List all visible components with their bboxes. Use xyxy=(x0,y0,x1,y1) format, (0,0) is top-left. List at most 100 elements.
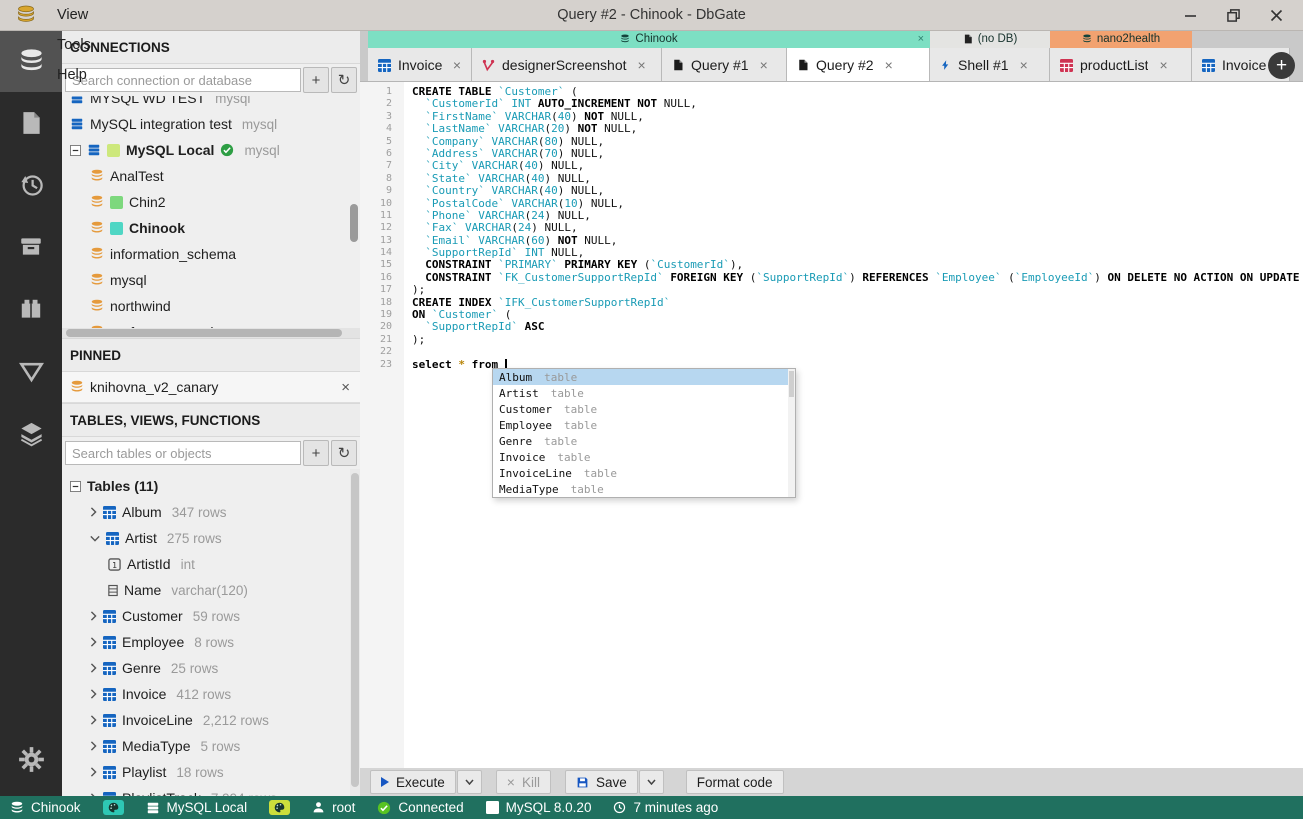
tab-designerscreenshot[interactable]: designerScreenshot × xyxy=(472,48,662,81)
tab-group--no-db-[interactable]: (no DB) xyxy=(930,30,1050,48)
refresh-tables-button[interactable]: ↻ xyxy=(331,440,357,466)
tables-group-row[interactable]: Tables (11) xyxy=(62,473,360,499)
close-tab-icon[interactable]: × xyxy=(1159,57,1167,73)
activity-file-icon[interactable] xyxy=(0,92,62,154)
column-item-artistid[interactable]: 1 ArtistId int xyxy=(62,551,360,577)
new-tab-button[interactable]: + xyxy=(1268,52,1295,79)
activity-history-icon[interactable] xyxy=(0,154,62,216)
collapse-icon[interactable] xyxy=(70,144,81,156)
tab-group-chinook[interactable]: Chinook × xyxy=(368,30,930,48)
close-tab-icon[interactable]: × xyxy=(453,57,461,73)
save-dropdown-button[interactable] xyxy=(638,770,664,794)
autocomplete-item-album[interactable]: Album table xyxy=(493,369,795,385)
sql-editor[interactable]: 1 2 3 4 5 6 7 8 9 10 11 12 13 14 15 16 17 18 19 20 21 22 23 CR… xyxy=(360,82,1303,768)
connection-item-mysql-wd-test[interactable]: MYSQL WD TEST mysql xyxy=(62,96,360,111)
connection-item-northwind[interactable]: northwind xyxy=(62,293,360,319)
code-area[interactable]: CREATE TABLE `Customer` ( `CustomerId` I… xyxy=(404,85,1303,371)
chevron-right-icon[interactable] xyxy=(90,507,97,517)
menu-tools[interactable]: Tools xyxy=(44,30,122,60)
close-icon[interactable] xyxy=(1270,9,1283,22)
table-item-mediatype[interactable]: MediaType 5 rows xyxy=(62,733,360,759)
format-code-button[interactable]: Format code xyxy=(685,770,784,794)
table-item-employee[interactable]: Employee 8 rows xyxy=(62,629,360,655)
chevron-right-icon[interactable] xyxy=(90,741,97,751)
tab-query-1[interactable]: Query #1 × xyxy=(662,48,787,81)
pinned-item[interactable]: knihovna_v2_canary × xyxy=(62,372,360,403)
tab-group-nano2health[interactable]: nano2health xyxy=(1050,30,1192,48)
connection-item-chin2[interactable]: Chin2 xyxy=(62,189,360,215)
status-mysql-local[interactable]: MySQL Local xyxy=(146,800,247,815)
code-line-22[interactable] xyxy=(404,346,1303,358)
status-root[interactable]: root xyxy=(312,800,355,815)
execute-dropdown-button[interactable] xyxy=(456,770,482,794)
menu-view[interactable]: View xyxy=(44,0,122,30)
table-item-playlist[interactable]: Playlist 18 rows xyxy=(62,759,360,785)
activity-settings-gear-icon[interactable] xyxy=(0,728,62,790)
chevron-right-icon[interactable] xyxy=(90,715,97,725)
activity-archive-icon[interactable] xyxy=(0,216,62,278)
collapse-icon[interactable] xyxy=(70,480,81,492)
restore-icon[interactable] xyxy=(1227,8,1240,22)
chevron-down-icon[interactable] xyxy=(90,535,100,542)
chevron-right-icon[interactable] xyxy=(90,637,97,647)
code-line-16[interactable]: CONSTRAINT `FK_CustomerSupportRepId` FOR… xyxy=(404,271,1303,284)
table-item-playlisttrack[interactable]: PlaylistTrack7,994 rows xyxy=(62,785,360,796)
activity-triangle-icon[interactable] xyxy=(0,340,62,402)
tab-query-2[interactable]: Query #2 × xyxy=(787,48,930,81)
close-tab-icon[interactable]: × xyxy=(885,57,893,73)
close-tab-icon[interactable]: × xyxy=(638,57,646,73)
connection-color-badge[interactable] xyxy=(102,800,124,815)
autocomplete-item-customer[interactable]: Customer table xyxy=(493,401,795,417)
connection-color-badge[interactable] xyxy=(269,800,291,815)
connections-vertical-scrollbar[interactable] xyxy=(350,204,358,242)
refresh-connections-button[interactable]: ↻ xyxy=(331,67,357,93)
connection-item-mysql[interactable]: mysql xyxy=(62,267,360,293)
column-item-name[interactable]: Name varchar(120) xyxy=(62,577,360,603)
chevron-right-icon[interactable] xyxy=(90,767,97,777)
add-connection-button[interactable]: + xyxy=(303,67,329,93)
unpin-close-icon[interactable]: × xyxy=(341,379,350,396)
execute-button[interactable]: Execute xyxy=(370,770,456,794)
tab-productlist[interactable]: productList × xyxy=(1050,48,1192,81)
chevron-right-icon[interactable] xyxy=(90,663,97,673)
connection-item-mysql-local[interactable]: MySQL Local mysql xyxy=(62,137,360,163)
close-group-icon[interactable]: × xyxy=(918,33,924,45)
autocomplete-item-mediatype[interactable]: MediaType table xyxy=(493,481,795,497)
table-item-invoice[interactable]: Invoice 412 rows xyxy=(62,681,360,707)
status-7-minutes-ago[interactable]: 7 minutes ago xyxy=(613,800,718,815)
tab-shell-1[interactable]: Shell #1 × xyxy=(930,48,1050,81)
chevron-right-icon[interactable] xyxy=(90,611,97,621)
connection-item-analtest[interactable]: AnalTest xyxy=(62,163,360,189)
activity-plugins-icon[interactable] xyxy=(0,278,62,340)
table-item-album[interactable]: Album 347 rows xyxy=(62,499,360,525)
close-tab-icon[interactable]: × xyxy=(1020,57,1028,73)
save-button[interactable]: Save xyxy=(564,770,638,794)
connection-item-information-schema[interactable]: information_schema xyxy=(62,241,360,267)
add-table-button[interactable]: + xyxy=(303,440,329,466)
close-tab-icon[interactable]: × xyxy=(760,57,768,73)
table-item-genre[interactable]: Genre 25 rows xyxy=(62,655,360,681)
connections-horizontal-scrollbar[interactable] xyxy=(62,328,360,338)
connection-item-mysql-integration-test[interactable]: MySQL integration test mysql xyxy=(62,111,360,137)
autocomplete-item-invoiceline[interactable]: InvoiceLine table xyxy=(493,465,795,481)
table-item-customer[interactable]: Customer 59 rows xyxy=(62,603,360,629)
table-item-artist[interactable]: Artist 275 rows xyxy=(62,525,360,551)
autocomplete-item-artist[interactable]: Artist table xyxy=(493,385,795,401)
autocomplete-item-genre[interactable]: Genre table xyxy=(493,433,795,449)
connection-item-chinook[interactable]: Chinook xyxy=(62,215,360,241)
code-line-21[interactable]: ); xyxy=(404,333,1303,346)
activity-layers-icon[interactable] xyxy=(0,402,62,464)
minimize-icon[interactable] xyxy=(1184,9,1197,22)
table-item-invoiceline[interactable]: InvoiceLine 2,212 rows xyxy=(62,707,360,733)
status-mysql-8-0-20[interactable]: MySQL 8.0.20 xyxy=(485,800,591,815)
tab-invoice[interactable]: Invoice × xyxy=(368,48,472,81)
autocomplete-scrollbar[interactable] xyxy=(788,369,795,497)
status-chinook[interactable]: Chinook xyxy=(10,800,81,815)
tables-vertical-scrollbar[interactable] xyxy=(351,473,359,787)
code-line-18[interactable]: CREATE INDEX `IFK_CustomerSupportRepId` xyxy=(404,296,1303,309)
autocomplete-item-employee[interactable]: Employee table xyxy=(493,417,795,433)
chevron-right-icon[interactable] xyxy=(90,689,97,699)
tables-search-input[interactable] xyxy=(65,441,301,465)
autocomplete-item-invoice[interactable]: Invoice table xyxy=(493,449,795,465)
code-line-20[interactable]: `SupportRepId` ASC xyxy=(404,321,1303,333)
